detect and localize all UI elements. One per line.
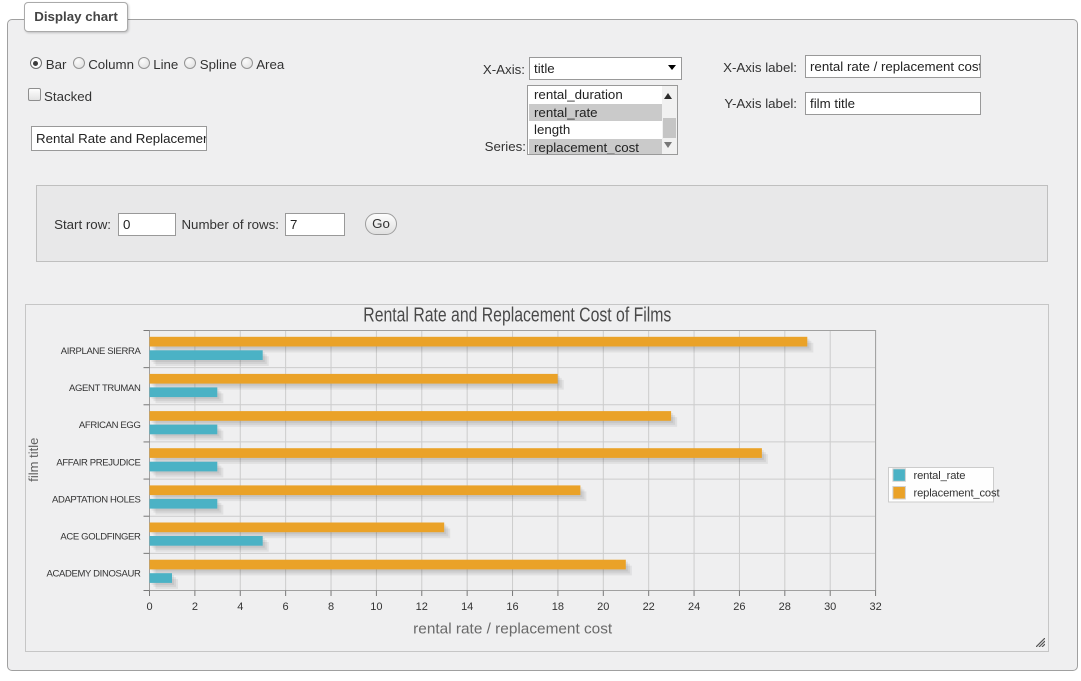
svg-text:6: 6: [283, 601, 289, 613]
svg-text:22: 22: [643, 601, 655, 613]
svg-text:Rental Rate and Replacement Co: Rental Rate and Replacement Cost of Film…: [363, 305, 671, 327]
svg-text:16: 16: [506, 601, 518, 613]
svg-text:rental rate / replacement cost: rental rate / replacement cost: [413, 621, 613, 638]
svg-text:ACE GOLDFINGER: ACE GOLDFINGER: [60, 532, 141, 543]
svg-text:8: 8: [328, 601, 334, 613]
svg-text:28: 28: [779, 601, 791, 613]
svg-text:12: 12: [416, 601, 428, 613]
svg-text:ACADEMY DINOSAUR: ACADEMY DINOSAUR: [47, 569, 141, 580]
svg-text:30: 30: [824, 601, 836, 613]
svg-text:18: 18: [552, 601, 564, 613]
svg-text:32: 32: [869, 601, 881, 613]
svg-text:0: 0: [146, 601, 152, 613]
svg-text:AFFAIR PREJUDICE: AFFAIR PREJUDICE: [56, 457, 140, 468]
svg-text:14: 14: [461, 601, 473, 613]
svg-text:10: 10: [370, 601, 382, 613]
svg-text:AFRICAN EGG: AFRICAN EGG: [79, 420, 141, 431]
svg-text:26: 26: [733, 601, 745, 613]
svg-text:ADAPTATION HOLES: ADAPTATION HOLES: [52, 494, 141, 505]
svg-text:24: 24: [688, 601, 700, 613]
svg-text:rental_rate: rental_rate: [914, 470, 966, 482]
svg-text:20: 20: [597, 601, 609, 613]
svg-text:film title: film title: [26, 438, 41, 482]
svg-text:AIRPLANE SIERRA: AIRPLANE SIERRA: [61, 346, 142, 357]
svg-text:replacement_cost: replacement_cost: [914, 488, 1001, 500]
svg-text:2: 2: [192, 601, 198, 613]
svg-text:4: 4: [237, 601, 243, 613]
svg-text:AGENT TRUMAN: AGENT TRUMAN: [69, 383, 141, 394]
